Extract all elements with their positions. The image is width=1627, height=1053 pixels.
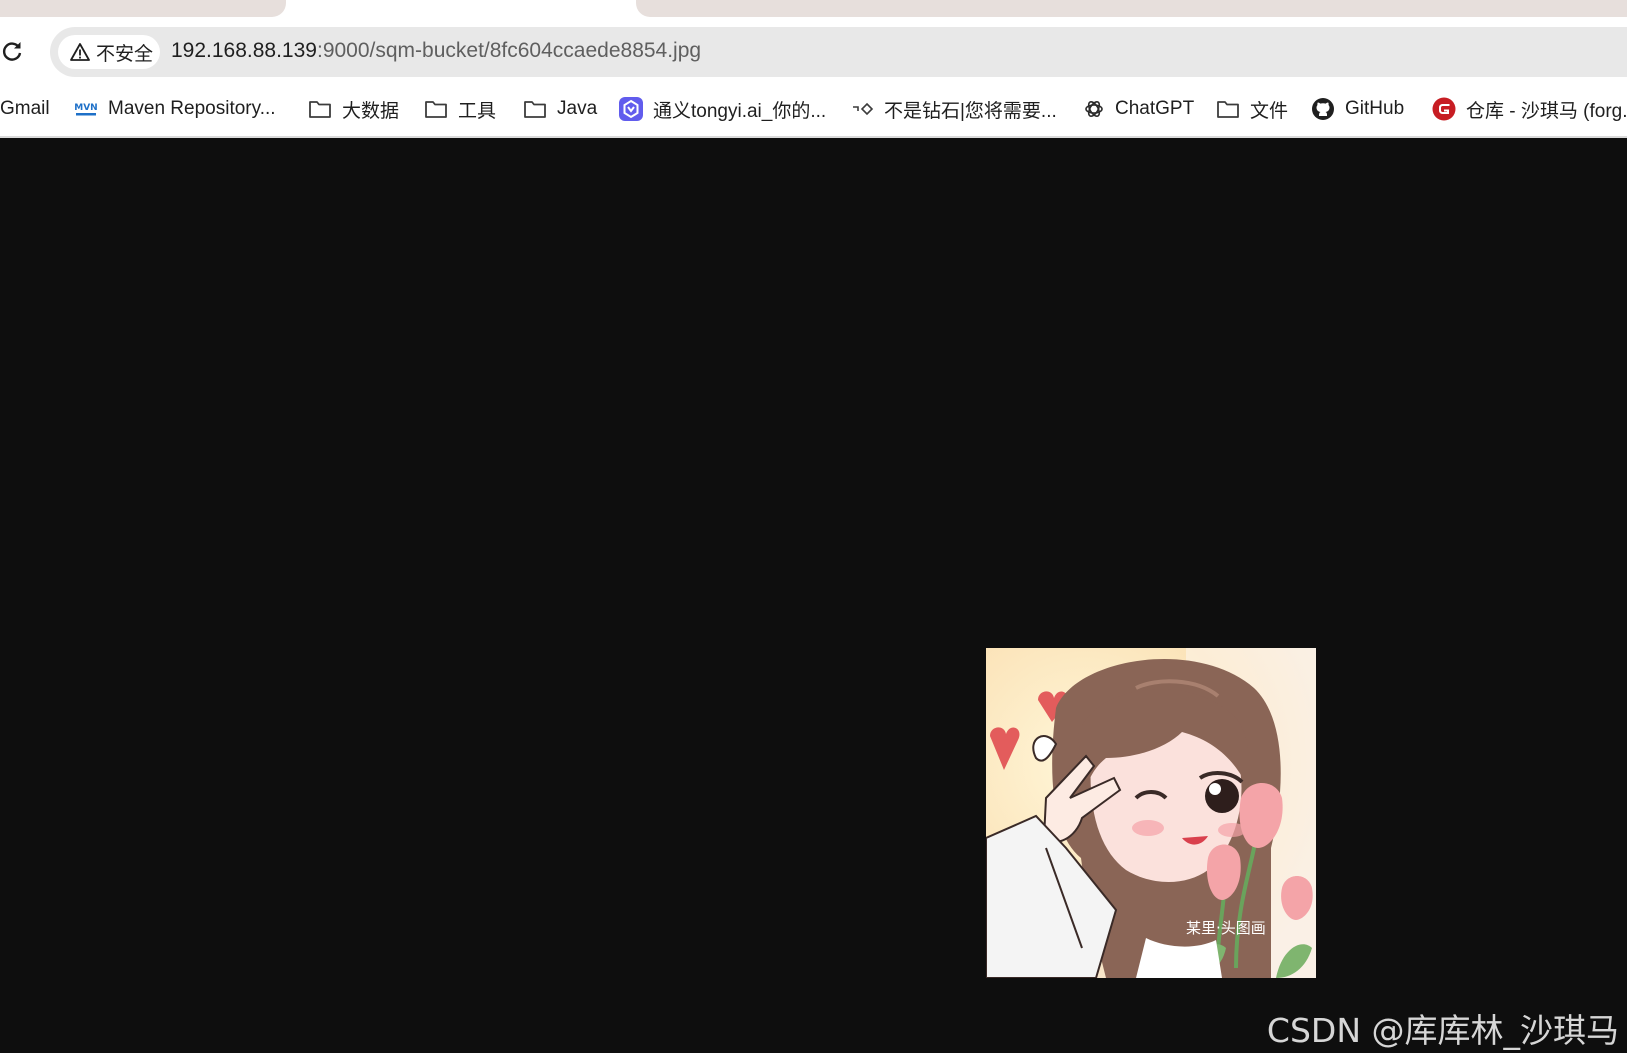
tab-inactive-right[interactable]	[636, 0, 1627, 17]
bookmark-label: ChatGPT	[1115, 98, 1195, 119]
image-watermark: 某里·头图画	[1186, 919, 1266, 937]
chatgpt-icon	[1085, 100, 1103, 118]
viewed-image[interactable]: 某里·头图画	[986, 648, 1316, 978]
bookmarks-bar: Gmail MVN Maven Repository... 大数据 工具 Jav…	[0, 90, 1627, 128]
url-path: :9000/sqm-bucket/8fc604ccaede8854.jpg	[316, 39, 702, 62]
github-icon	[1312, 98, 1334, 120]
tab-inactive-left[interactable]	[0, 0, 286, 17]
bookmark-tools-folder[interactable]: 工具	[424, 90, 496, 128]
bookmark-maven[interactable]: MVN Maven Repository...	[74, 90, 276, 128]
browser-chrome: 不安全 192.168.88.139:9000/sqm-bucket/8fc60…	[0, 0, 1627, 138]
bookmark-label: 大数据	[342, 100, 400, 122]
warning-icon	[70, 43, 90, 61]
bookmark-files-folder[interactable]: 文件	[1216, 90, 1288, 128]
toolbar: 不安全 192.168.88.139:9000/sqm-bucket/8fc60…	[0, 24, 1627, 78]
bookmark-label: 仓库 - 沙琪马 (forg...	[1466, 100, 1627, 122]
bookmark-label: 不是钻石|您将需要...	[884, 100, 1057, 122]
bookmark-label: 通义tongyi.ai_你的...	[653, 100, 827, 122]
csdn-watermark: CSDN @库库林_沙琪马	[1266, 1011, 1619, 1050]
folder-icon	[1217, 101, 1239, 118]
folder-icon	[524, 101, 546, 118]
address-bar[interactable]: 不安全 192.168.88.139:9000/sqm-bucket/8fc60…	[50, 27, 1627, 77]
bookmark-label: Java	[557, 98, 598, 119]
security-label: 不安全	[96, 43, 154, 65]
bookmark-gitee[interactable]: 仓库 - 沙琪马 (forg...	[1432, 90, 1627, 128]
gitee-icon	[1432, 97, 1456, 121]
toolbar-divider	[0, 136, 1627, 138]
svg-text:MVN: MVN	[74, 103, 97, 113]
bookmark-label: 文件	[1250, 100, 1289, 122]
bookmark-tongyi[interactable]: 通义tongyi.ai_你的...	[619, 90, 826, 128]
bookmark-bigdata-folder[interactable]: 大数据	[308, 90, 399, 128]
bookmark-label: Gmail	[0, 98, 50, 119]
bookmark-not-diamond[interactable]: 不是钻石|您将需要...	[852, 90, 1057, 128]
url-text[interactable]: 192.168.88.139:9000/sqm-bucket/8fc604cca…	[171, 39, 701, 63]
tab-strip	[0, 0, 1627, 18]
security-chip[interactable]: 不安全	[58, 35, 160, 69]
folder-icon	[425, 101, 447, 118]
arrow-diamond-icon	[853, 102, 874, 116]
bookmark-java-folder[interactable]: Java	[523, 90, 597, 128]
anime-girl-illustration: 某里·头图画	[986, 648, 1316, 978]
url-host: 192.168.88.139	[171, 39, 317, 62]
bookmark-label: GitHub	[1345, 98, 1405, 119]
maven-icon: MVN	[74, 98, 98, 120]
bookmark-chatgpt[interactable]: ChatGPT	[1083, 90, 1194, 128]
bookmark-label: 工具	[458, 100, 497, 122]
bookmark-label: Maven Repository...	[108, 98, 276, 119]
bookmark-gmail[interactable]: Gmail	[0, 90, 50, 128]
tongyi-icon	[619, 97, 643, 121]
reload-icon[interactable]	[0, 39, 24, 63]
folder-icon	[309, 101, 331, 118]
bookmark-github[interactable]: GitHub	[1311, 90, 1404, 128]
